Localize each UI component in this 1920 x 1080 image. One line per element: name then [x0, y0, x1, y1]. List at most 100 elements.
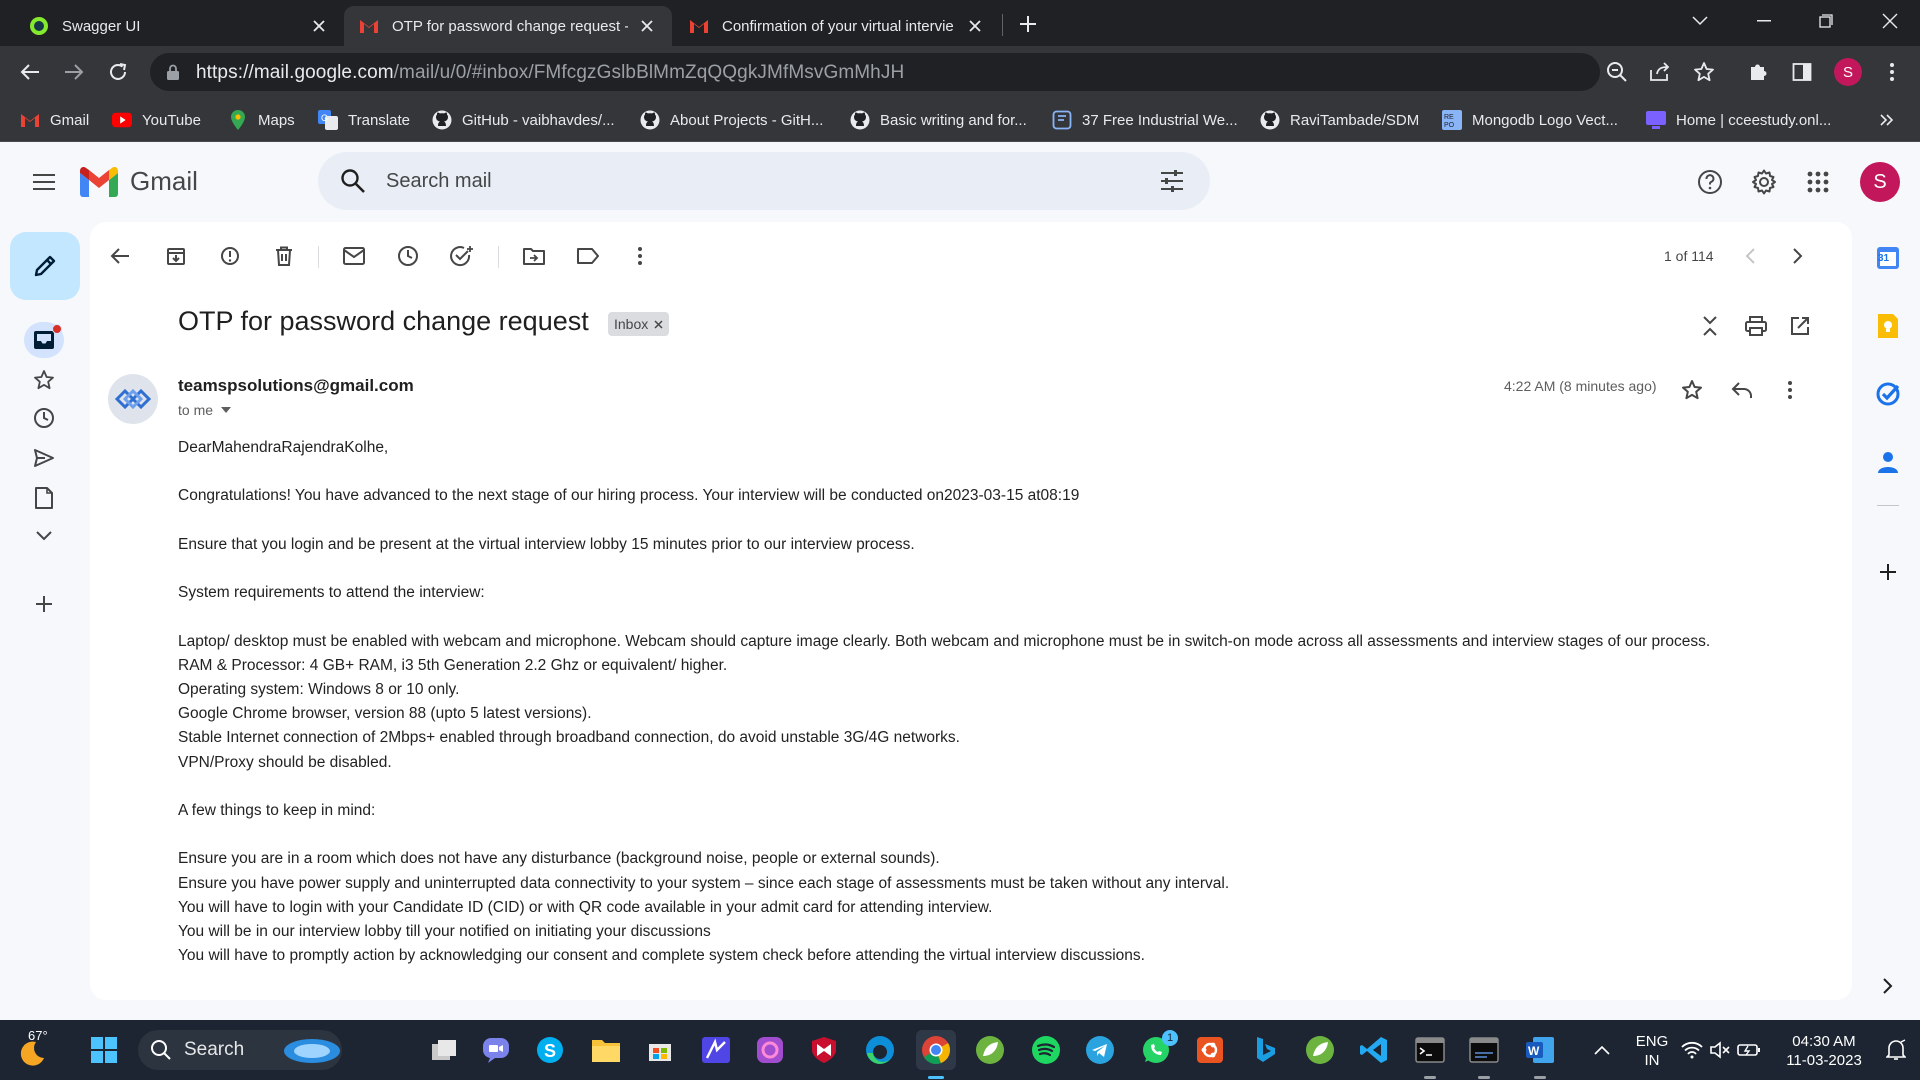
account-avatar[interactable]: S [1860, 162, 1900, 202]
new-tab-button[interactable] [1014, 10, 1042, 38]
close-window-button[interactable] [1860, 0, 1920, 42]
close-icon[interactable] [964, 15, 986, 37]
input-language[interactable]: ENG IN [1630, 1032, 1674, 1070]
message-more-button[interactable] [1772, 372, 1808, 408]
older-button[interactable] [1780, 238, 1816, 274]
microsoft-store-app[interactable] [640, 1030, 680, 1070]
bookmark-mongodb[interactable]: RE PO Mongodb Logo Vect... [1442, 108, 1618, 132]
print-button[interactable] [1738, 308, 1774, 344]
bookmark-translate[interactable]: G Translate [318, 108, 410, 132]
bookmark-basic-writing[interactable]: Basic writing and for... [850, 108, 1027, 132]
tab-swagger[interactable]: Swagger UI [14, 6, 344, 46]
back-to-inbox-button[interactable] [102, 238, 138, 274]
calendar-app[interactable]: 31 [1868, 238, 1908, 278]
side-panel-button[interactable] [1786, 56, 1818, 88]
bookmark-youtube[interactable]: YouTube [112, 108, 201, 132]
bookmark-about-projects[interactable]: About Projects - GitH... [640, 108, 823, 132]
delete-button[interactable] [266, 238, 302, 274]
terminal-app[interactable] [1410, 1030, 1450, 1079]
more-actions-button[interactable] [622, 238, 658, 274]
reload-button[interactable] [102, 56, 134, 88]
bookmark-github-vaibhav[interactable]: GitHub - vaibhavdes/... [432, 108, 615, 132]
show-side-panel-button[interactable] [1868, 966, 1908, 1006]
open-new-window-button[interactable] [1782, 308, 1818, 344]
whatsapp-app[interactable]: 1 [1136, 1030, 1178, 1070]
teams-chat-app[interactable] [476, 1030, 516, 1070]
more-bookmarks-button[interactable] [1880, 108, 1894, 132]
back-button[interactable] [14, 56, 46, 88]
sender-email[interactable]: teamspsolutions@gmail.com [178, 376, 414, 396]
bookmark-cceestudy[interactable]: Home | cceestudy.onl... [1646, 108, 1831, 132]
rail-drafts[interactable] [24, 480, 64, 516]
lock-icon[interactable] [166, 64, 180, 80]
chrome-app[interactable] [916, 1030, 956, 1079]
keep-app[interactable] [1868, 306, 1908, 346]
bookmark-industrial[interactable]: 37 Free Industrial We... [1052, 108, 1238, 132]
star-email-button[interactable] [1674, 372, 1710, 408]
rail-sent[interactable] [24, 440, 64, 476]
weather-widget[interactable]: 67° [10, 1028, 54, 1072]
gmail-logo[interactable]: Gmail [80, 166, 198, 197]
settings-button[interactable] [1744, 162, 1784, 202]
bookmark-maps[interactable]: Maps [228, 108, 295, 132]
restore-button[interactable] [1796, 0, 1856, 42]
spring-boot-app[interactable] [1300, 1030, 1340, 1070]
tasks-app[interactable] [1868, 374, 1908, 414]
omnibox[interactable]: https://mail.google.com/mail/u/0/#inbox/… [150, 53, 1627, 91]
mysql-app[interactable] [1464, 1030, 1504, 1079]
close-icon[interactable] [308, 15, 330, 37]
notifications-button[interactable] [1876, 1030, 1916, 1070]
rail-snoozed[interactable] [24, 400, 64, 436]
spring-tool-app[interactable] [970, 1030, 1010, 1070]
rail-more[interactable] [24, 518, 64, 554]
share-button[interactable] [1644, 56, 1676, 88]
bookmark-gmail[interactable]: Gmail [20, 108, 89, 132]
show-hidden-icons-button[interactable] [1582, 1030, 1622, 1070]
collapse-all-button[interactable] [1692, 308, 1728, 344]
move-to-button[interactable] [516, 238, 552, 274]
taskbar-clock[interactable]: 04:30 AM 11-03-2023 [1776, 1032, 1872, 1070]
photos-app[interactable] [750, 1030, 790, 1070]
search-input[interactable]: Search mail [386, 170, 492, 193]
search-icon[interactable] [340, 168, 366, 194]
skype-app[interactable]: S [530, 1030, 570, 1070]
google-apps-button[interactable] [1798, 162, 1838, 202]
rail-starred[interactable] [24, 362, 64, 398]
add-to-tasks-button[interactable] [444, 238, 480, 274]
labels-button[interactable] [570, 238, 606, 274]
create-label-button[interactable] [24, 586, 64, 622]
vscode-app[interactable] [1354, 1030, 1394, 1070]
compose-button[interactable] [10, 232, 80, 300]
main-menu-button[interactable] [24, 162, 64, 202]
telegram-app[interactable] [1080, 1030, 1120, 1070]
chrome-menu-button[interactable] [1876, 56, 1908, 88]
taskbar-search[interactable]: Search [138, 1030, 342, 1070]
search-options-button[interactable] [1160, 170, 1184, 192]
recipient-details[interactable]: to me [178, 402, 232, 418]
ubuntu-app[interactable] [1190, 1030, 1230, 1070]
mcafee-app[interactable] [804, 1030, 844, 1070]
edge-app[interactable] [860, 1030, 900, 1070]
profile-button[interactable]: S [1832, 56, 1864, 88]
newer-button[interactable] [1732, 238, 1768, 274]
report-spam-button[interactable] [212, 238, 248, 274]
tab-interview-email[interactable]: Confirmation of your virtual intervie [674, 6, 1000, 46]
system-tray-quick-settings[interactable] [1676, 1030, 1766, 1070]
start-button[interactable] [84, 1030, 124, 1070]
bing-app[interactable] [1246, 1030, 1286, 1070]
reply-button[interactable] [1724, 372, 1760, 408]
forward-button[interactable] [58, 56, 90, 88]
rail-inbox[interactable] [24, 322, 64, 358]
support-button[interactable] [1690, 162, 1730, 202]
task-view-button[interactable] [424, 1030, 464, 1070]
inbox-label-chip[interactable]: Inbox [608, 312, 670, 336]
sender-avatar[interactable] [108, 374, 158, 424]
math-app[interactable] [696, 1030, 736, 1070]
contacts-app[interactable] [1868, 442, 1908, 482]
archive-button[interactable] [158, 238, 194, 274]
get-addons-button[interactable] [1868, 552, 1908, 592]
bookmark-ravitambade[interactable]: RaviTambade/SDM [1260, 108, 1419, 132]
file-explorer-app[interactable] [586, 1030, 626, 1070]
tab-otp-email[interactable]: OTP for password change request - [344, 6, 672, 46]
extensions-button[interactable] [1742, 56, 1774, 88]
